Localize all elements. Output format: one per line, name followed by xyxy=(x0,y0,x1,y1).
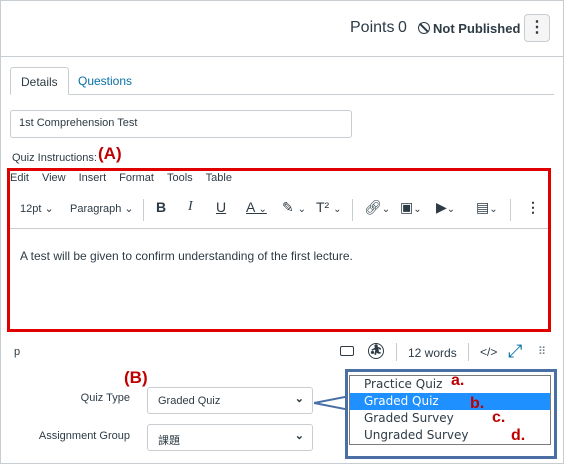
marker-b: b. xyxy=(470,395,485,412)
quiz-title-input[interactable]: 1st Comprehension Test xyxy=(10,110,352,138)
more-toolbar-button[interactable]: ⋮ xyxy=(526,199,540,216)
font-size-value: 12pt xyxy=(20,203,42,215)
toolbar-divider xyxy=(143,199,144,221)
marker-c: c. xyxy=(492,409,506,426)
assignment-group-label: Assignment Group xyxy=(38,430,130,442)
tab-details[interactable]: Details xyxy=(10,67,69,95)
element-path[interactable]: p xyxy=(14,346,20,358)
media-icon: ▶ xyxy=(436,199,447,215)
statusbar-divider xyxy=(468,343,469,361)
points-value: 0 xyxy=(398,19,407,36)
editor-menubar: Edit View Insert Format Tools Table xyxy=(10,172,245,184)
option-graded-quiz[interactable]: Graded Quiz xyxy=(350,393,550,410)
option-graded-survey[interactable]: Graded Survey xyxy=(350,410,550,427)
document-icon: ▤ xyxy=(476,199,490,215)
statusbar-divider xyxy=(396,343,397,361)
menu-format[interactable]: Format xyxy=(119,172,154,184)
block-format-select[interactable]: Paragraph ⌄ xyxy=(70,202,134,215)
menu-tools[interactable]: Tools xyxy=(167,172,193,184)
marker-a: a. xyxy=(451,372,465,389)
accessibility-checker-icon[interactable]: ⛹︎ xyxy=(368,343,384,359)
underline-button[interactable]: U xyxy=(216,199,226,215)
chevron-down-icon: ⌄ xyxy=(294,430,304,442)
points-label: Points xyxy=(350,19,395,36)
annotation-a: (A) xyxy=(98,144,122,163)
assignment-group-value: 課題 xyxy=(158,435,180,447)
annotation-b: (B) xyxy=(124,368,148,387)
tab-questions[interactable]: Questions xyxy=(68,67,142,95)
toolbar-divider xyxy=(510,199,511,221)
image-button[interactable]: ▣⌄ xyxy=(400,199,422,216)
chevron-down-icon: ⌄ xyxy=(294,393,304,405)
text-color-icon: A xyxy=(246,199,255,215)
quiz-tabs: Details Questions xyxy=(10,67,554,95)
media-button[interactable]: ▶⌄ xyxy=(436,199,455,216)
assignment-group-select[interactable]: 課題 ⌄ xyxy=(147,424,313,451)
quiz-header: Points 0 Not Published ⋮ xyxy=(0,0,564,57)
marker-d: d. xyxy=(511,427,526,444)
not-published-icon xyxy=(418,22,430,34)
document-button[interactable]: ▤⌄ xyxy=(476,199,498,216)
font-size-select[interactable]: 12pt ⌄ xyxy=(20,202,54,215)
publish-status: Not Published xyxy=(433,21,521,36)
more-vertical-icon: ⋮ xyxy=(529,19,545,36)
block-format-value: Paragraph xyxy=(70,203,122,215)
fullscreen-icon[interactable]: ⤢ xyxy=(508,341,522,362)
text-color-button[interactable]: A ⌄ xyxy=(246,199,267,215)
menu-insert[interactable]: Insert xyxy=(79,172,107,184)
word-count: 12 words xyxy=(408,346,457,360)
toolbar-divider xyxy=(352,199,353,221)
editor-statusbar: p ⛹︎ 12 words </> ⤢ ⠿ xyxy=(0,340,564,364)
image-icon: ▣ xyxy=(400,199,414,215)
editor-content[interactable]: A test will be given to confirm understa… xyxy=(20,249,353,263)
italic-button[interactable]: I xyxy=(188,199,193,215)
superscript-button[interactable]: T² ⌄ xyxy=(316,199,342,215)
highlighter-icon: ✎ xyxy=(282,199,294,215)
quiz-type-select[interactable]: Graded Quiz ⌄ xyxy=(147,387,313,414)
keyboard-shortcuts-icon[interactable] xyxy=(340,346,354,356)
menu-edit[interactable]: Edit xyxy=(10,172,29,184)
editor-divider xyxy=(10,228,548,229)
more-options-button[interactable]: ⋮ xyxy=(524,14,550,42)
quiz-type-value: Graded Quiz xyxy=(158,395,221,407)
menu-table[interactable]: Table xyxy=(206,172,232,184)
option-practice-quiz[interactable]: Practice Quiz xyxy=(350,376,550,393)
highlight-color-button[interactable]: ✎ ⌄ xyxy=(282,199,306,216)
quiz-type-label: Quiz Type xyxy=(80,392,130,404)
menu-view[interactable]: View xyxy=(42,172,66,184)
editor-toolbar: 12pt ⌄ Paragraph ⌄ B I U A ⌄ ✎ ⌄ T² ⌄ 🔗︎… xyxy=(10,196,548,224)
link-icon: 🔗︎ xyxy=(364,199,382,215)
bold-button[interactable]: B xyxy=(156,199,166,215)
quiz-instructions-label: Quiz Instructions: xyxy=(12,152,97,164)
resize-handle-icon[interactable]: ⠿ xyxy=(538,345,546,358)
html-editor-toggle[interactable]: </> xyxy=(480,345,497,359)
superscript-icon: T² xyxy=(316,199,330,215)
link-button[interactable]: 🔗︎⌄ xyxy=(364,199,390,216)
